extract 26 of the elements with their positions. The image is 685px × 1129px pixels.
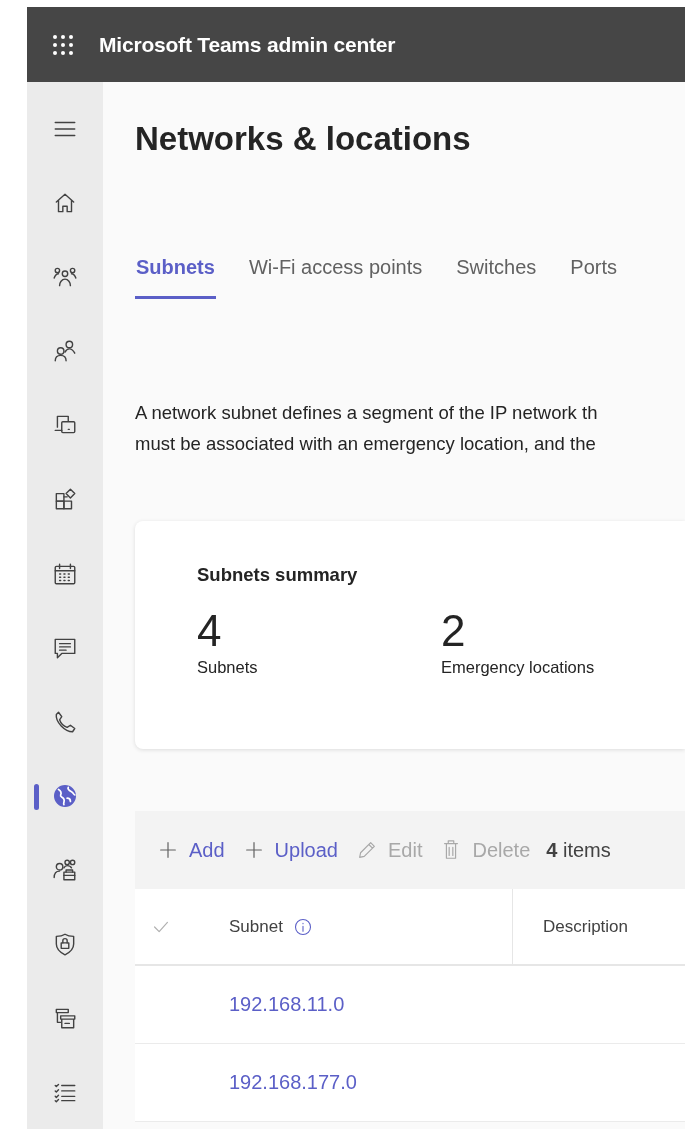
app-launcher-icon[interactable]	[51, 32, 75, 57]
column-header[interactable]: Description	[543, 916, 629, 937]
toolbar-button[interactable]: Upload	[234, 834, 346, 866]
card-title: Subnets summary	[197, 564, 359, 586]
info-icon	[292, 916, 313, 937]
app-title: Microsoft Teams admin center	[99, 32, 396, 57]
stat-label: Subnets	[197, 658, 259, 677]
subnet-link[interactable]: 192.168.11.0	[229, 993, 345, 1016]
subnet-link[interactable]: 192.168.177.0	[229, 1071, 357, 1094]
tab[interactable]: Subnets	[135, 256, 216, 299]
stat-value: 4	[197, 606, 223, 656]
page-title: Networks & locations	[135, 120, 472, 158]
description-text: A network subnet defines a segment of the IP network th	[135, 401, 599, 425]
column-header[interactable]: Subnet	[229, 916, 283, 937]
globe-icon	[52, 782, 78, 809]
tab[interactable]: Switches	[455, 256, 538, 299]
stat-label: Emergency locations	[441, 658, 596, 677]
toolbar-button[interactable]: Add	[149, 834, 233, 866]
tab[interactable]: Ports	[569, 256, 618, 299]
stat-value: 2	[441, 606, 467, 656]
description-text: must be associated with an emergency location, and the	[135, 432, 597, 456]
pencil-icon	[356, 839, 378, 861]
selection-indicator	[34, 783, 39, 810]
tab[interactable]: Wi-Fi access points	[247, 256, 424, 299]
item-count: 4 items	[546, 838, 611, 862]
plus-icon	[157, 839, 179, 861]
